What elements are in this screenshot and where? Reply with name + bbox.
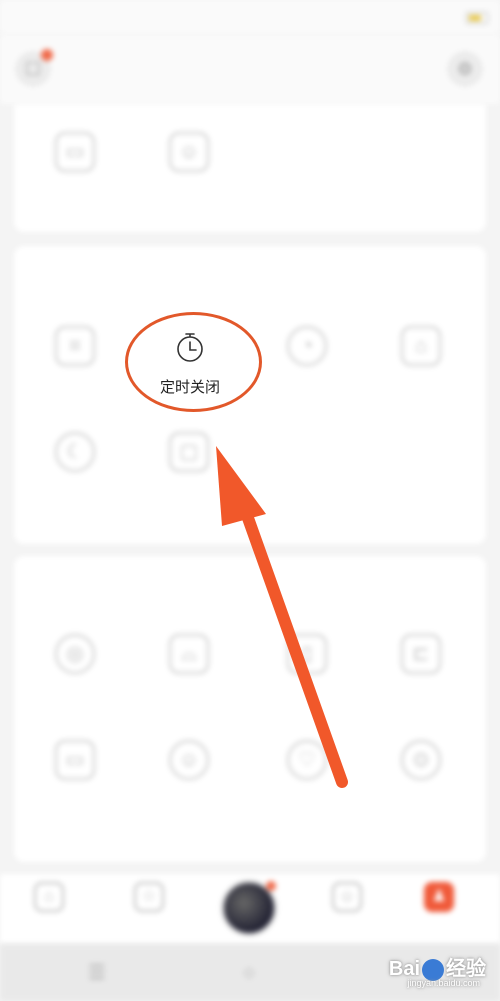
ticket-icon: ▯ [287,634,327,674]
tool-item[interactable]: ☾ [20,432,130,484]
highlight-circle [125,312,262,412]
bottom-nav: ⌂ ☆ ☺ ♟ [0,874,500,944]
user-icon: ♟ [424,882,454,912]
settings-button[interactable]: ⚙ [448,52,482,86]
tools-card: ⌗ ◔ ⌂ ☾ ▢ [14,246,486,544]
alarm-icon: ◔ [287,326,327,366]
cart-icon: ⊏ [401,634,441,674]
gift-icon: ⌓ [169,634,209,674]
service-item[interactable]: ⌓ [134,634,244,686]
service-item[interactable]: ▭ [20,740,130,792]
feature-item[interactable]: ▭ [20,132,130,184]
tool-item[interactable]: ◔ [252,326,362,378]
gear-icon: ⚙ [456,59,474,79]
nav-me[interactable]: ♟ [404,882,474,918]
bell-icon: ☺ [169,740,209,780]
card-icon: ▭ [55,740,95,780]
message-button[interactable]: ☐ [16,49,53,86]
service-item[interactable]: ☺ [134,740,244,792]
feature-card: ▭ ☺ [14,104,486,232]
home-icon: ⌂ [34,882,64,912]
heart-icon: ♡ [287,740,327,780]
services-card: ◎ ⌓ ▯ ⊏ ▭ ☺ ♡ ⊙ [14,556,486,862]
disc-icon: ◎ [55,634,95,674]
menu-icon[interactable]: ☰ [84,960,110,986]
shirt-icon: ▭ [55,132,95,172]
watermark: Bai 经验 jingyan.baidu.com [388,958,486,988]
top-bar: ☐ ⚙ [0,34,500,104]
notification-dot [41,49,53,61]
service-item[interactable]: ⊏ [366,634,476,686]
star-icon: ☆ [134,882,164,912]
tool-item[interactable]: ⌗ [20,326,130,378]
status-right [462,9,488,24]
moon-icon: ☾ [55,432,95,472]
car-icon: ⌂ [401,326,441,366]
service-item[interactable]: ⊙ [366,740,476,792]
service-item[interactable]: ♡ [252,740,362,792]
tool-item[interactable]: ▢ [134,432,244,484]
home-circle-icon[interactable]: ○ [236,960,262,986]
smile-icon: ☺ [332,882,362,912]
avatar-badge [266,881,276,891]
nav-home[interactable]: ⌂ [14,882,84,918]
status-bar [0,0,500,34]
nav-friends[interactable]: ☺ [312,882,382,918]
scan-icon: ⌗ [55,326,95,366]
robot-icon: ☺ [169,132,209,172]
nav-discover[interactable]: ☆ [114,882,184,918]
play-icon: ⊙ [401,740,441,780]
service-item[interactable]: ◎ [20,634,130,686]
service-item[interactable]: ▯ [252,634,362,686]
feature-item[interactable]: ☺ [134,132,244,184]
bag-icon: ▢ [169,432,209,472]
battery-icon [466,11,488,24]
center-avatar-button[interactable] [221,880,277,936]
tool-item[interactable]: ⌂ [366,326,476,378]
